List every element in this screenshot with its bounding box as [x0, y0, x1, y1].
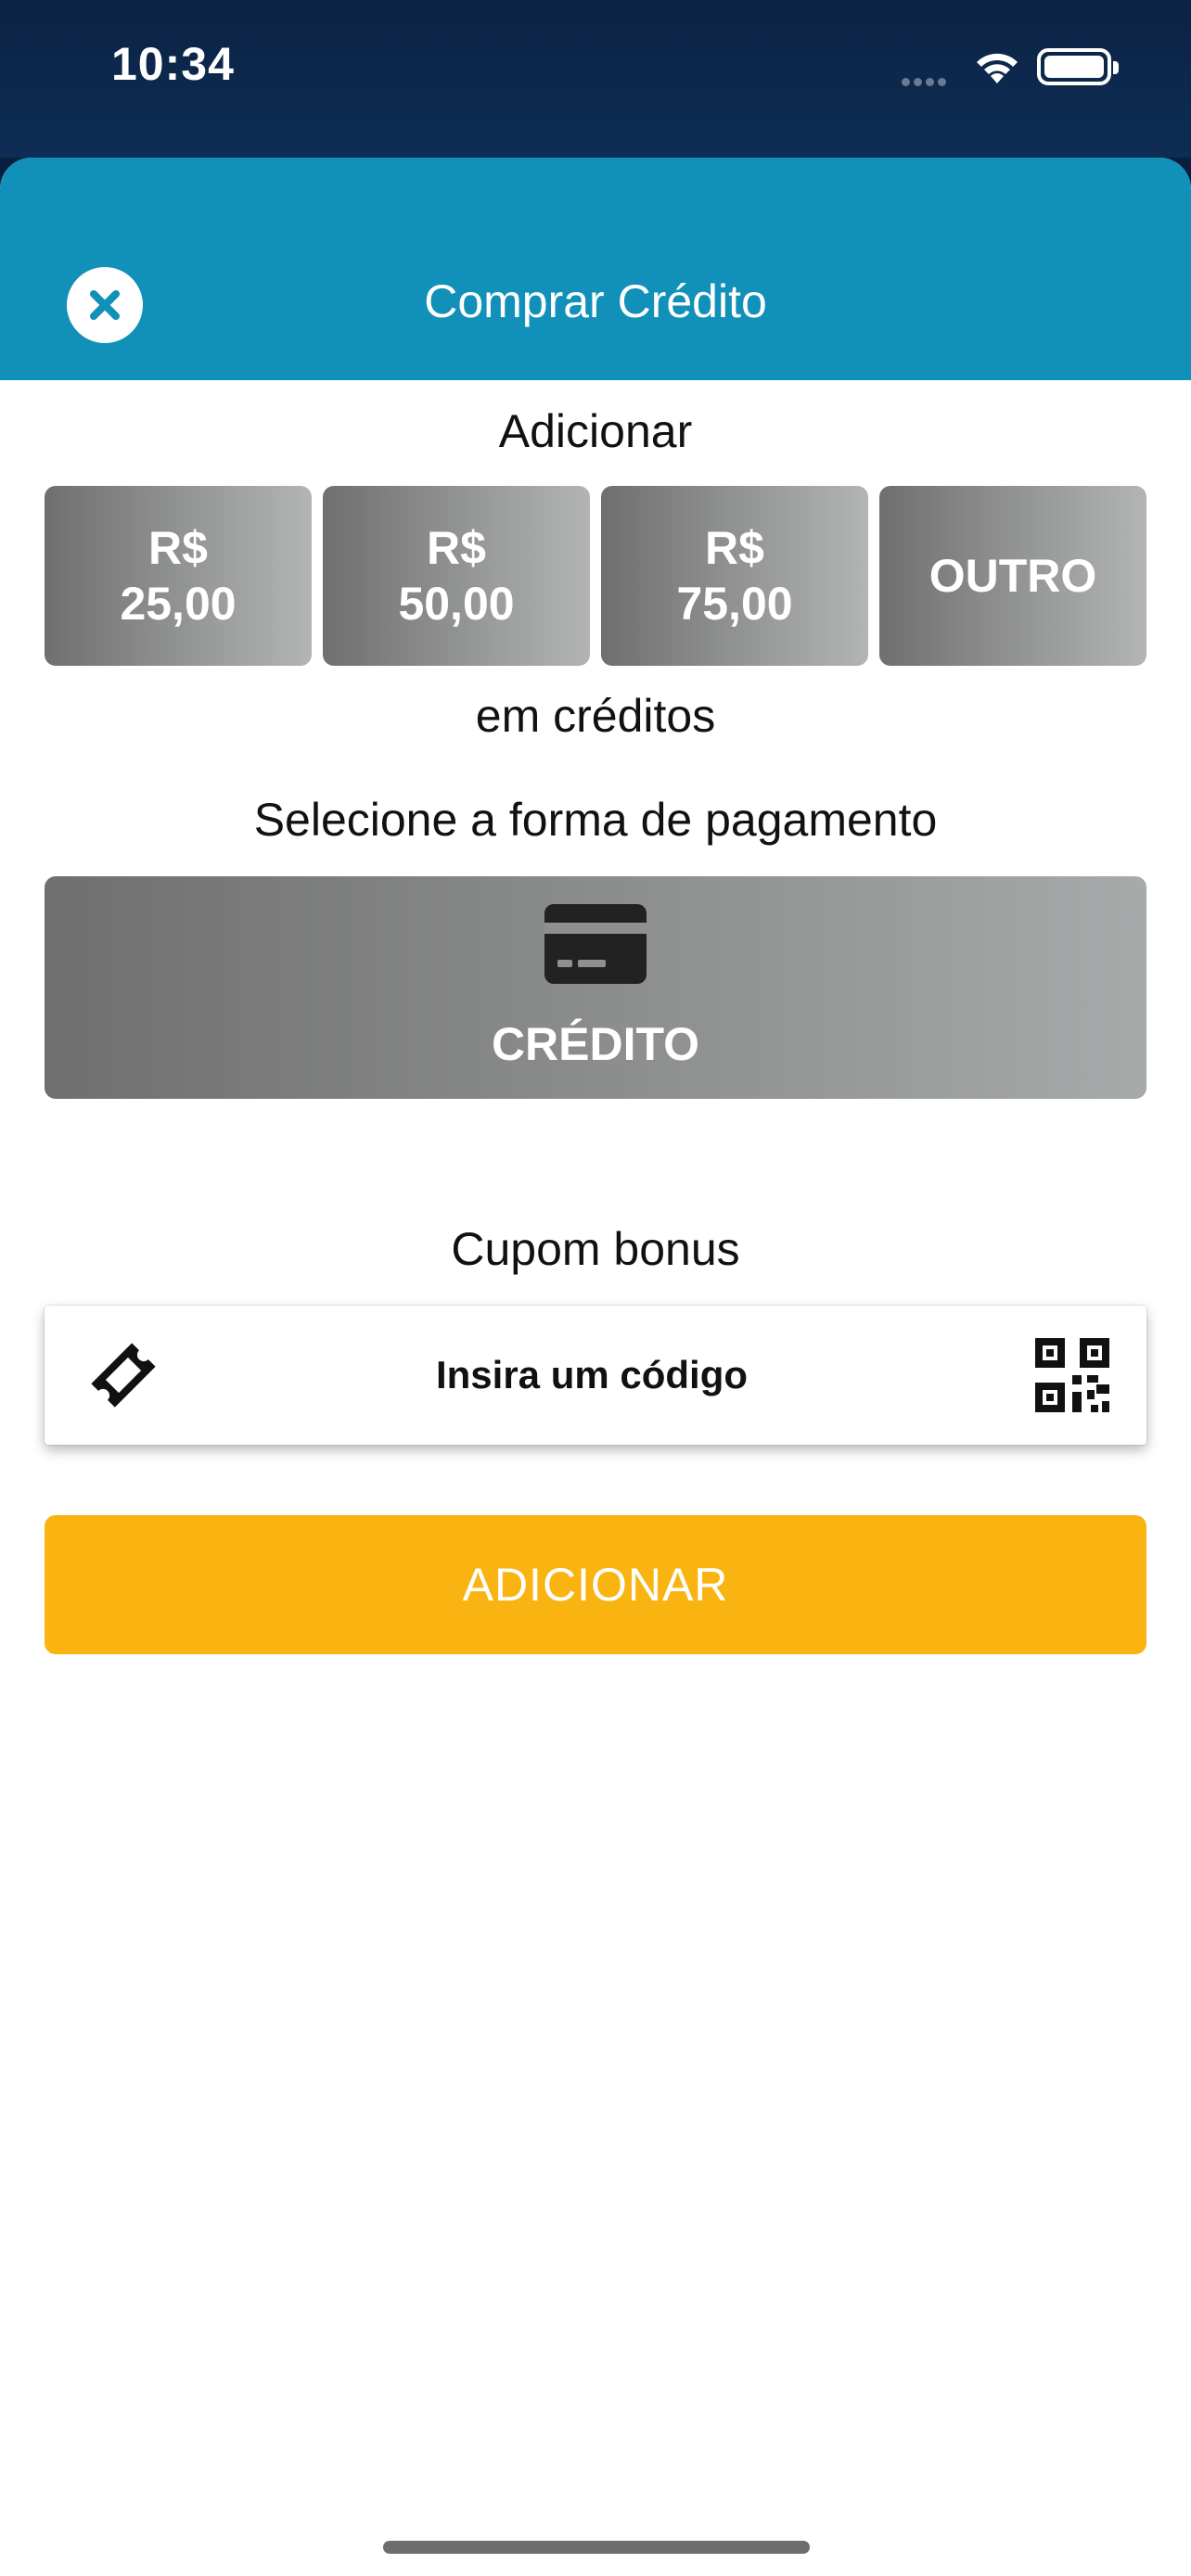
credit-card-icon [544, 904, 647, 984]
ticket-icon [91, 1343, 156, 1408]
coupon-input[interactable] [211, 1306, 972, 1445]
wifi-icon [977, 53, 1018, 83]
amount-prefix: R$ [705, 522, 764, 574]
amount-value: 25,00 [120, 578, 237, 630]
cellular-signal-icon [902, 74, 950, 91]
payment-option-credit[interactable]: CRÉDITO [45, 876, 1146, 1099]
amount-button-other[interactable]: OUTRO [879, 486, 1146, 666]
coupon-label: Cupom bonus [451, 1223, 740, 1275]
payment-method-label: Selecione a forma de pagamento [253, 794, 938, 846]
amount-prefix: R$ [427, 522, 486, 574]
battery-icon [1037, 48, 1119, 85]
status-time: 10:34 [111, 38, 235, 90]
amount-button-50[interactable]: R$ 50,00 [323, 486, 590, 666]
qr-code-icon[interactable] [1035, 1338, 1109, 1412]
amount-button-75[interactable]: R$ 75,00 [601, 486, 868, 666]
home-indicator[interactable] [383, 2541, 810, 2554]
amount-value: OUTRO [928, 550, 1097, 602]
amount-button-25[interactable]: R$ 25,00 [45, 486, 312, 666]
page-title: Comprar Crédito [424, 275, 767, 327]
add-credit-button[interactable]: ADICIONAR [45, 1515, 1146, 1654]
coupon-field [45, 1306, 1146, 1445]
amount-prefix: R$ [148, 522, 208, 574]
add-label: Adicionar [498, 405, 693, 457]
payment-option-label: CRÉDITO [491, 1018, 700, 1070]
buy-credit-sheet: Comprar Crédito Adicionar R$ 25,00 R$ 50… [0, 158, 1191, 2576]
amount-value: 50,00 [398, 578, 515, 630]
status-bar: 10:34 [0, 0, 1191, 158]
sheet-header: Comprar Crédito [0, 158, 1191, 380]
credits-suffix-label: em créditos [475, 690, 716, 742]
amount-value: 75,00 [676, 578, 793, 630]
